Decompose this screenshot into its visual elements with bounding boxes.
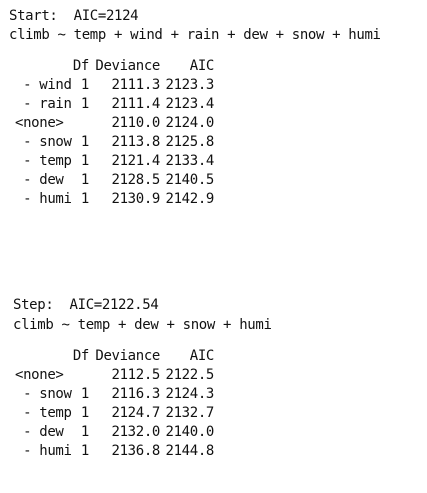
deviance-cell: 2111.4 — [111, 96, 161, 112]
table-header-step: Df Deviance AIC — [0, 347, 427, 366]
step-header-step: Step: AIC=2122.54 — [13, 297, 159, 313]
col-deviance: Deviance — [95, 58, 160, 74]
term-cell: - rain — [15, 96, 72, 112]
table-row: <none> 2112.5 2122.5 — [0, 366, 427, 385]
aic-cell: 2133.4 — [165, 153, 215, 169]
term-cell: - temp — [15, 153, 72, 169]
aic-cell: 2123.3 — [165, 77, 215, 93]
deviance-cell: 2124.7 — [111, 405, 161, 421]
table-row: - temp 1 2121.4 2133.4 — [0, 152, 427, 171]
table-row: - wind 1 2111.3 2123.3 — [0, 76, 427, 95]
term-cell: - wind — [15, 77, 72, 93]
table-row: - snow 1 2113.8 2125.8 — [0, 133, 427, 152]
df-cell: 1 — [80, 191, 89, 207]
term-cell: <none> — [15, 115, 64, 131]
aic-cell: 2142.9 — [165, 191, 215, 207]
df-cell: 1 — [80, 96, 89, 112]
col-aic: AIC — [189, 58, 215, 74]
aic-cell: 2125.8 — [165, 134, 215, 150]
model-formula-start: climb ~ temp + wind + rain + dew + snow … — [9, 27, 381, 43]
df-cell: 1 — [80, 153, 89, 169]
table-row: - humi 1 2136.8 2144.8 — [0, 442, 427, 461]
df-cell: 1 — [80, 134, 89, 150]
aic-cell: 2122.5 — [165, 367, 215, 383]
aic-cell: 2140.5 — [165, 172, 215, 188]
deviance-cell: 2132.0 — [111, 424, 161, 440]
df-cell: 1 — [80, 172, 89, 188]
deviance-cell: 2121.4 — [111, 153, 161, 169]
aic-cell: 2124.0 — [165, 115, 215, 131]
term-cell: - snow — [15, 134, 72, 150]
df-cell: 1 — [80, 424, 89, 440]
aic-cell: 2140.0 — [165, 424, 215, 440]
df-cell: 1 — [80, 386, 89, 402]
col-deviance: Deviance — [95, 348, 160, 364]
deviance-cell: 2128.5 — [111, 172, 161, 188]
df-cell: 1 — [80, 77, 89, 93]
table-row: - rain 1 2111.4 2123.4 — [0, 95, 427, 114]
aic-cell: 2144.8 — [165, 443, 215, 459]
deviance-cell: 2111.3 — [111, 77, 161, 93]
term-cell: <none> — [15, 367, 64, 383]
table-row: - temp 1 2124.7 2132.7 — [0, 404, 427, 423]
df-cell: 1 — [80, 443, 89, 459]
term-cell: - humi — [15, 191, 72, 207]
aic-cell: 2123.4 — [165, 96, 215, 112]
col-df: Df — [72, 348, 90, 364]
table-row: - dew 1 2128.5 2140.5 — [0, 171, 427, 190]
deviance-cell: 2136.8 — [111, 443, 161, 459]
model-formula-step: climb ~ temp + dew + snow + humi — [13, 317, 272, 333]
table-row: - snow 1 2116.3 2124.3 — [0, 385, 427, 404]
col-df: Df — [72, 58, 90, 74]
deviance-cell: 2113.8 — [111, 134, 161, 150]
table-row: - humi 1 2130.9 2142.9 — [0, 190, 427, 209]
term-cell: - snow — [15, 386, 72, 402]
deviance-cell: 2110.0 — [111, 115, 161, 131]
aic-cell: 2132.7 — [165, 405, 215, 421]
deviance-cell: 2112.5 — [111, 367, 161, 383]
deviance-cell: 2130.9 — [111, 191, 161, 207]
term-cell: - humi — [15, 443, 72, 459]
term-cell: - dew — [15, 424, 64, 440]
step-header-start: Start: AIC=2124 — [9, 8, 139, 24]
term-cell: - dew — [15, 172, 64, 188]
term-cell: - temp — [15, 405, 72, 421]
table-row: - dew 1 2132.0 2140.0 — [0, 423, 427, 442]
table-header-start: Df Deviance AIC — [0, 57, 427, 76]
r-console-output: Start: AIC=2124 climb ~ temp + wind + ra… — [0, 0, 427, 493]
deviance-cell: 2116.3 — [111, 386, 161, 402]
aic-cell: 2124.3 — [165, 386, 215, 402]
df-cell: 1 — [80, 405, 89, 421]
col-aic: AIC — [189, 348, 215, 364]
table-row: <none> 2110.0 2124.0 — [0, 114, 427, 133]
